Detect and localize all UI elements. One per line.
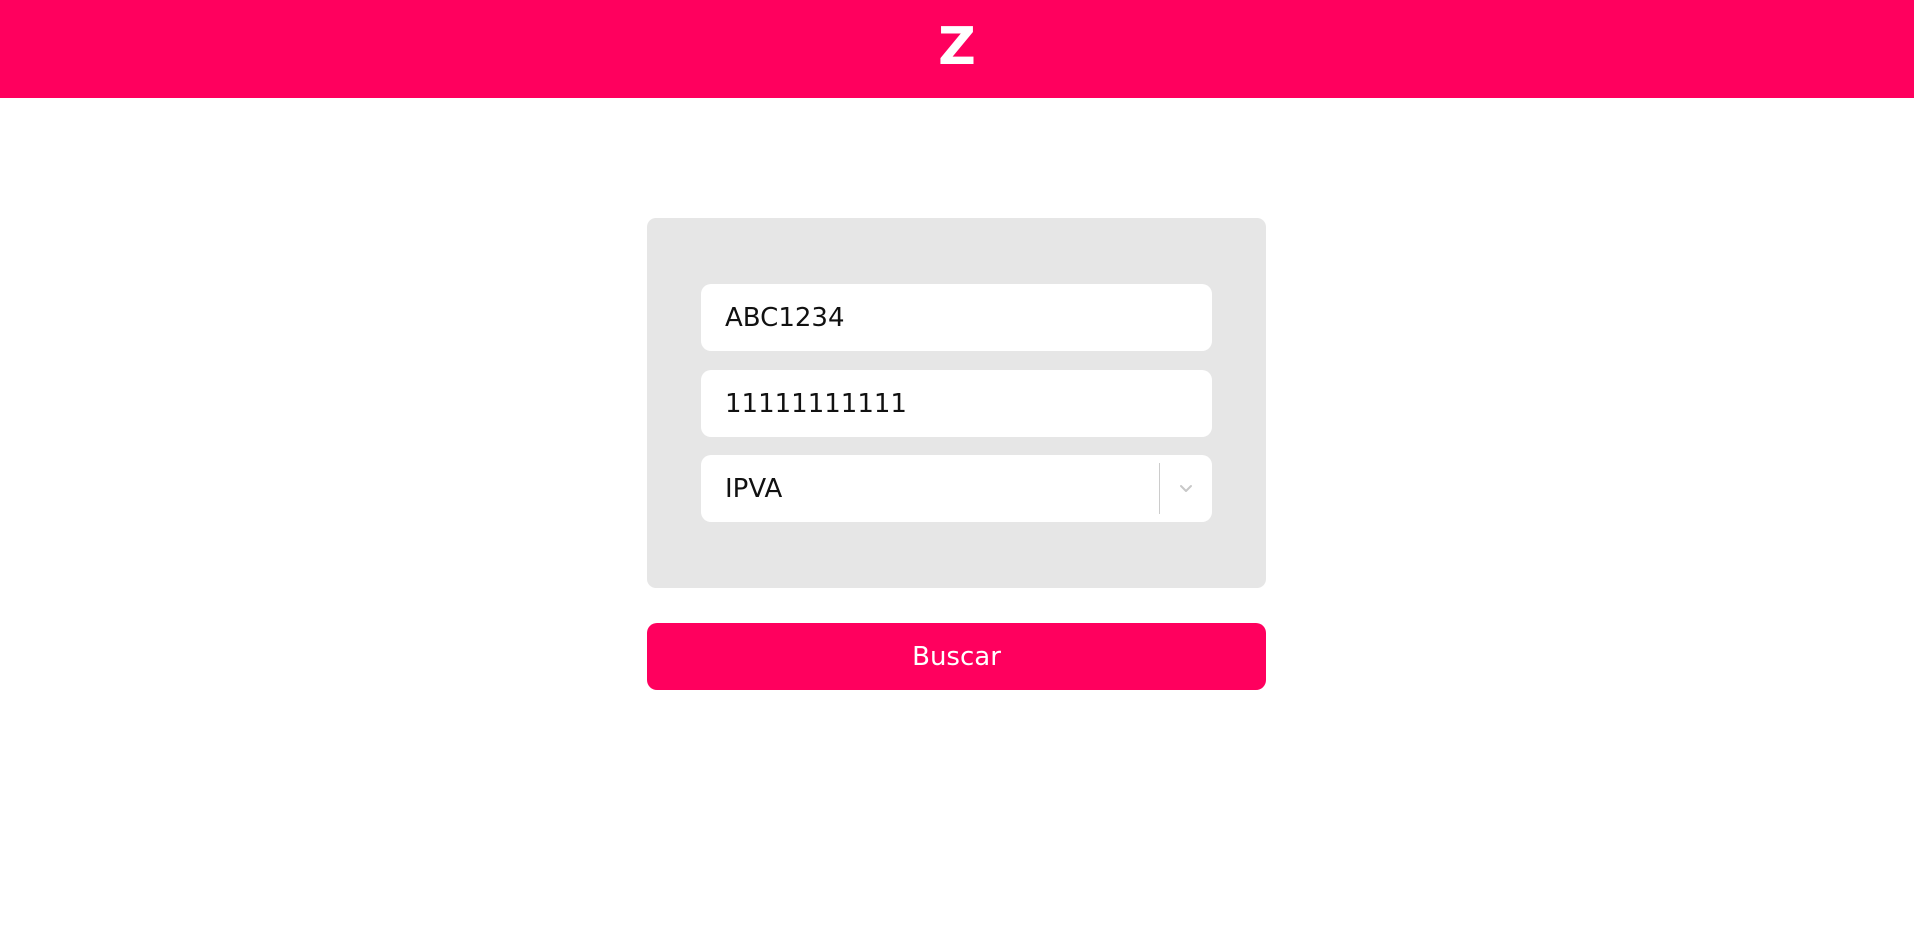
plate-input-value: ABC1234 [725, 302, 845, 333]
renavam-input-value: 11111111111 [725, 388, 907, 419]
search-button[interactable]: Buscar [647, 623, 1266, 690]
top-header: Z [0, 0, 1914, 98]
service-select[interactable]: IPVA [701, 455, 1212, 522]
renavam-input[interactable]: 11111111111 [701, 370, 1212, 437]
chevron-down-icon[interactable] [1160, 455, 1212, 522]
search-form-card: ABC1234 11111111111 IPVA [647, 218, 1266, 588]
brand-logo[interactable]: Z [938, 21, 976, 73]
plate-input[interactable]: ABC1234 [701, 284, 1212, 351]
service-select-value: IPVA [725, 473, 783, 504]
